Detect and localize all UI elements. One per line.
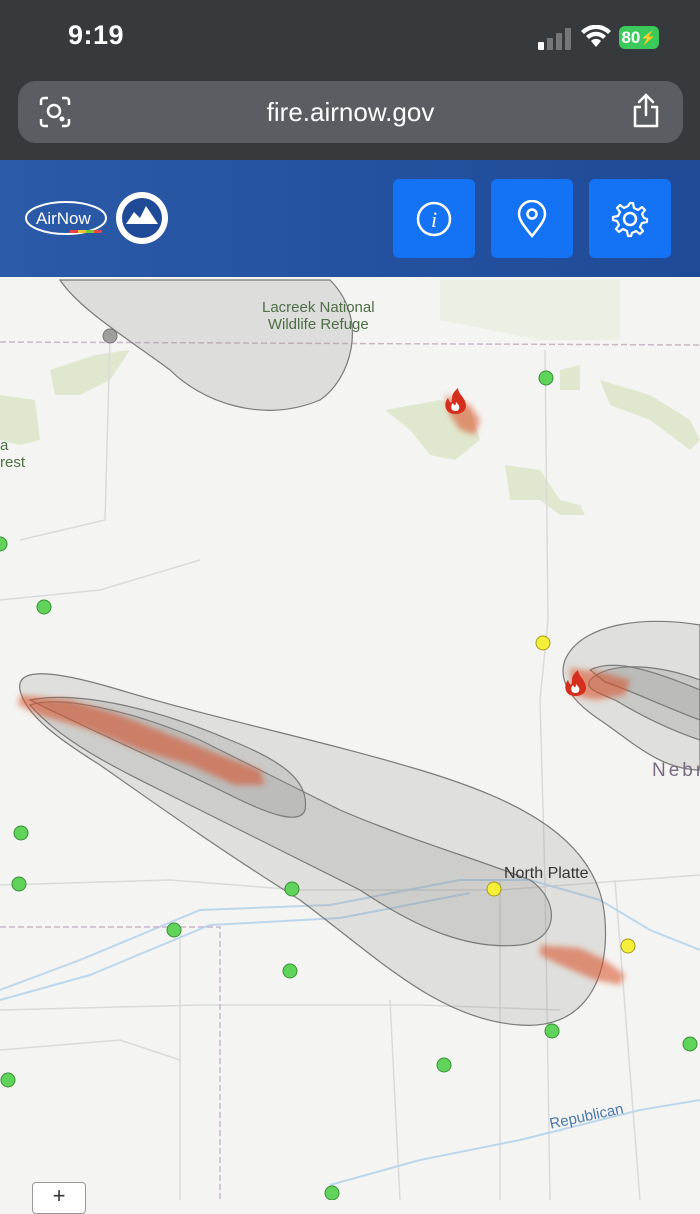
cellular-signal-icon bbox=[538, 28, 571, 50]
address-bar[interactable]: fire.airnow.gov bbox=[18, 81, 683, 143]
map-canvas[interactable] bbox=[0, 277, 700, 1200]
status-bar: 9:19 80 ⚡ fire.airnow.gov bbox=[0, 0, 700, 160]
charging-bolt-icon: ⚡ bbox=[640, 29, 657, 45]
airnow-logo-text: AirNow bbox=[36, 209, 92, 228]
app-header: AirNow i bbox=[0, 160, 700, 277]
lacreek-label: Lacreek National Wildlife Refuge bbox=[262, 299, 375, 333]
nebraska-label: Nebr bbox=[652, 760, 700, 781]
monitor-offline bbox=[102, 328, 118, 344]
info-icon: i bbox=[416, 201, 452, 236]
lacreek-label-line1: Lacreek National bbox=[262, 299, 375, 316]
north-platte-label: North Platte bbox=[504, 865, 589, 882]
gear-icon bbox=[611, 201, 649, 237]
wifi-icon bbox=[581, 25, 611, 47]
map-view[interactable]: Lacreek National Wildlife Refuge a rest … bbox=[0, 277, 700, 1200]
battery-indicator: 80 ⚡ bbox=[619, 26, 659, 49]
forest-label: a rest bbox=[0, 437, 25, 471]
location-button[interactable] bbox=[491, 179, 573, 258]
airnow-logo[interactable]: AirNow bbox=[22, 190, 172, 246]
location-pin-icon bbox=[517, 199, 547, 238]
info-button[interactable]: i bbox=[393, 179, 475, 258]
share-icon[interactable] bbox=[631, 93, 661, 129]
battery-level: 80 bbox=[621, 27, 641, 47]
forest-label-line1: a bbox=[0, 437, 9, 454]
zoom-in-button[interactable]: + bbox=[32, 1182, 86, 1214]
clock: 9:19 bbox=[68, 20, 125, 50]
forest-label-line2: rest bbox=[0, 454, 26, 471]
lacreek-label-line2: Wildlife Refuge bbox=[267, 316, 369, 333]
settings-button[interactable] bbox=[589, 179, 671, 258]
svg-text:i: i bbox=[431, 207, 437, 232]
url-text[interactable]: fire.airnow.gov bbox=[18, 97, 683, 128]
